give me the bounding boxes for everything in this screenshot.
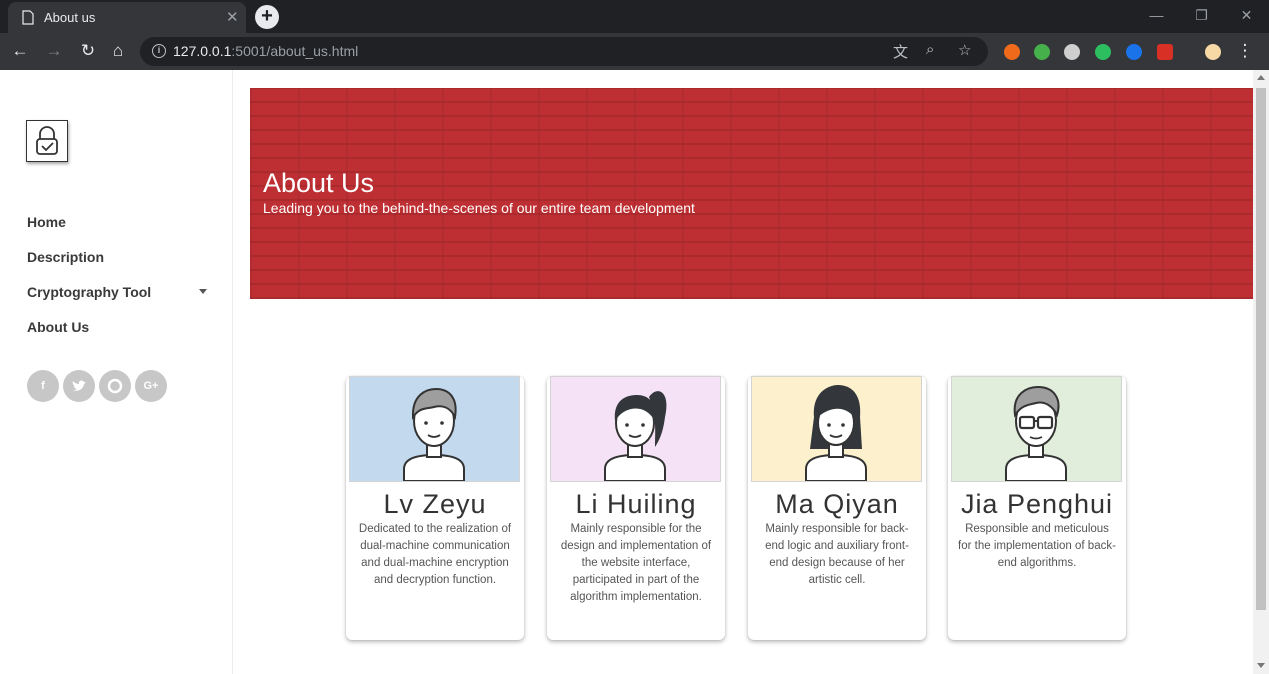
team-card: Li Huiling Mainly responsible for the de… — [547, 376, 725, 640]
member-name: Li Huiling — [575, 489, 697, 519]
extension-icon[interactable] — [1004, 44, 1020, 60]
hero-banner: About Us Leading you to the behind-the-s… — [250, 88, 1253, 299]
address-bar[interactable]: i 127.0.0.1:5001/about_us.html 文 ⌕ ☆ — [140, 37, 988, 66]
nav-cryptography-tool[interactable]: Cryptography Tool — [27, 284, 151, 300]
new-tab-button[interactable]: + — [255, 5, 279, 29]
info-icon[interactable]: i — [152, 44, 166, 58]
close-icon[interactable]: ✕ — [226, 8, 239, 26]
page-icon — [22, 10, 34, 25]
browser-tab[interactable]: About us ✕ — [8, 2, 246, 33]
chevron-down-icon[interactable] — [199, 289, 207, 294]
profile-avatar[interactable] — [1205, 44, 1221, 60]
browser-toolbar: ← → ↻ ⌂ i 127.0.0.1:5001/about_us.html 文… — [0, 33, 1269, 70]
restore-icon[interactable]: ❐ — [1179, 0, 1224, 33]
page-title: About Us — [263, 168, 375, 198]
minimize-icon[interactable]: — — [1134, 0, 1179, 33]
nav-about-us[interactable]: About Us — [27, 319, 89, 335]
extension-icon[interactable] — [1064, 44, 1080, 60]
sidebar: Home Description Cryptography Tool About… — [0, 70, 233, 674]
extension-icon[interactable] — [1126, 44, 1142, 60]
member-description: Dedicated to the realization of dual-mac… — [358, 523, 512, 586]
twitter-icon[interactable] — [63, 370, 95, 402]
member-name: Lv Zeyu — [383, 489, 487, 519]
ponytail-woman-avatar — [550, 376, 721, 482]
long-hair-woman-avatar — [751, 376, 922, 482]
team-card: Jia Penghui Responsible and meticulous f… — [948, 376, 1126, 640]
reload-icon[interactable]: ↻ — [78, 41, 98, 61]
lock-logo-icon[interactable] — [26, 120, 68, 162]
nav-home[interactable]: Home — [27, 214, 66, 230]
tab-title: About us — [44, 10, 96, 25]
browser-tab-bar: About us ✕ + — ❐ ✕ — [0, 0, 1269, 33]
back-icon[interactable]: ← — [10, 41, 30, 61]
url-text[interactable]: 127.0.0.1:5001/about_us.html — [173, 43, 358, 59]
home-icon[interactable]: ⌂ — [108, 41, 128, 61]
extension-icon[interactable] — [1157, 44, 1173, 60]
page-subtitle: Leading you to the behind-the-scenes of … — [263, 200, 695, 216]
member-description: Mainly responsible for the design and im… — [560, 523, 712, 603]
scroll-thumb[interactable] — [1256, 88, 1266, 610]
member-name: Ma Qiyan — [775, 489, 899, 519]
nav-description[interactable]: Description — [27, 249, 104, 265]
google-plus-icon[interactable]: G+ — [135, 370, 167, 402]
member-name: Jia Penghui — [960, 489, 1114, 519]
evernote-icon[interactable] — [1095, 44, 1111, 60]
github-icon[interactable] — [99, 370, 131, 402]
shield-extension-icon[interactable] — [1034, 44, 1050, 60]
member-description: Responsible and meticulous for the imple… — [958, 523, 1116, 569]
scroll-down-icon[interactable] — [1257, 663, 1265, 668]
member-description: Mainly responsible for back-end logic an… — [765, 523, 909, 586]
zoom-icon[interactable]: ⌕ — [926, 41, 934, 58]
team-card: Lv Zeyu Dedicated to the realization of … — [346, 376, 524, 640]
scroll-up-icon[interactable] — [1257, 75, 1265, 80]
window-close-icon[interactable]: ✕ — [1224, 0, 1269, 33]
forward-icon[interactable]: → — [44, 41, 64, 61]
glasses-man-avatar — [951, 376, 1122, 482]
page-scrollbar[interactable] — [1253, 70, 1269, 674]
facebook-icon[interactable]: f — [27, 370, 59, 402]
man-avatar — [349, 376, 520, 482]
bookmark-star-icon[interactable]: ☆ — [958, 41, 971, 59]
menu-icon[interactable]: ⋮ — [1235, 41, 1255, 61]
team-card: Ma Qiyan Mainly responsible for back-end… — [748, 376, 926, 640]
translate-icon[interactable]: 文 — [893, 41, 908, 62]
